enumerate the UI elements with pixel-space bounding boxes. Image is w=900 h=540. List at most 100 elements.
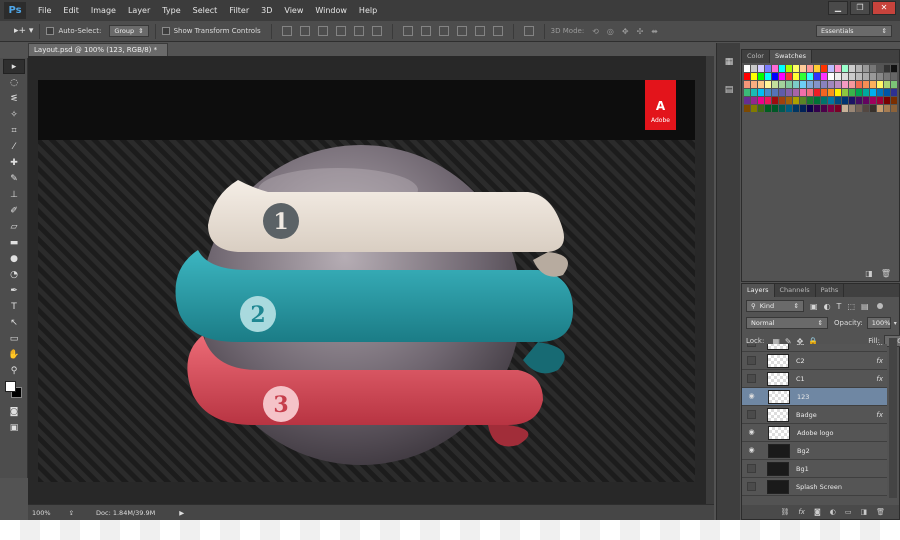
auto-align-icon[interactable] xyxy=(523,26,534,36)
rectangle-tool-icon[interactable]: ▭ xyxy=(3,331,25,346)
distribute-vcenter-icon[interactable] xyxy=(420,26,431,36)
swatch[interactable] xyxy=(884,65,890,72)
eye-icon[interactable]: ◉ xyxy=(746,427,757,438)
swatch[interactable] xyxy=(793,73,799,80)
quick-select-tool-icon[interactable]: ✧ xyxy=(3,107,25,122)
layer-row[interactable]: Splash Screen xyxy=(742,478,887,496)
visibility-toggle[interactable] xyxy=(747,344,756,347)
swatch[interactable] xyxy=(856,81,862,88)
swatch[interactable] xyxy=(786,73,792,80)
swatch[interactable] xyxy=(891,97,897,104)
layer-row[interactable]: Badge fx xyxy=(742,406,887,424)
tab-color[interactable]: Color xyxy=(742,50,770,63)
3d-scale-icon[interactable]: ⬌ xyxy=(651,27,658,36)
menu-select[interactable]: Select xyxy=(187,0,224,21)
swatch[interactable] xyxy=(807,65,813,72)
opacity-arrow-icon[interactable]: ▾ xyxy=(894,320,897,327)
swatch[interactable] xyxy=(814,81,820,88)
swatch[interactable] xyxy=(863,97,869,104)
swatch[interactable] xyxy=(884,105,890,112)
swatch[interactable] xyxy=(842,73,848,80)
swatch[interactable] xyxy=(814,97,820,104)
menu-type[interactable]: Type xyxy=(156,0,186,21)
swatch[interactable] xyxy=(765,97,771,104)
swatch[interactable] xyxy=(884,81,890,88)
swatch[interactable] xyxy=(828,89,834,96)
swatch[interactable] xyxy=(842,97,848,104)
swatch[interactable] xyxy=(849,89,855,96)
swatch[interactable] xyxy=(835,73,841,80)
swatch[interactable] xyxy=(751,97,757,104)
hand-tool-icon[interactable]: ✋ xyxy=(3,347,25,362)
swatch[interactable] xyxy=(758,65,764,72)
3d-drag-icon[interactable]: ✥ xyxy=(622,27,629,36)
distribute-top-icon[interactable] xyxy=(402,26,413,36)
swatch[interactable] xyxy=(814,65,820,72)
swatch[interactable] xyxy=(849,65,855,72)
healing-brush-tool-icon[interactable]: ✚ xyxy=(3,155,25,170)
swatch[interactable] xyxy=(786,81,792,88)
swatch[interactable] xyxy=(807,105,813,112)
history-panel-icon[interactable]: ▦ xyxy=(721,57,737,71)
menu-window[interactable]: Window xyxy=(309,0,353,21)
swatch[interactable] xyxy=(758,81,764,88)
swatch[interactable] xyxy=(877,81,883,88)
filter-pixel-icon[interactable]: ▣ xyxy=(810,302,818,311)
swatch[interactable] xyxy=(877,73,883,80)
swatch[interactable] xyxy=(828,65,834,72)
swatch[interactable] xyxy=(842,89,848,96)
layer-row[interactable]: ◉ Adobe logo xyxy=(742,424,887,442)
swatch[interactable] xyxy=(870,65,876,72)
swatch[interactable] xyxy=(779,89,785,96)
swatch[interactable] xyxy=(891,89,897,96)
swatch[interactable] xyxy=(814,89,820,96)
swatch[interactable] xyxy=(765,73,771,80)
swatch[interactable] xyxy=(800,97,806,104)
eye-icon[interactable]: ◉ xyxy=(746,391,757,402)
layers-scrollbar[interactable] xyxy=(889,338,897,498)
swatch[interactable] xyxy=(856,73,862,80)
swatch[interactable] xyxy=(835,81,841,88)
swatch[interactable] xyxy=(828,105,834,112)
swatch[interactable] xyxy=(744,81,750,88)
status-menu-arrow-icon[interactable]: ▶ xyxy=(179,509,184,517)
filter-type-icon[interactable]: T xyxy=(837,302,842,311)
path-select-tool-icon[interactable]: ↖ xyxy=(3,315,25,330)
swatch[interactable] xyxy=(800,81,806,88)
layer-effects-icon[interactable]: fx xyxy=(876,375,883,383)
swatch[interactable] xyxy=(744,73,750,80)
menu-file[interactable]: File xyxy=(32,0,57,21)
adjustment-layer-icon[interactable]: ◐ xyxy=(830,508,836,516)
swatch[interactable] xyxy=(779,81,785,88)
swatch[interactable] xyxy=(891,81,897,88)
swatch[interactable] xyxy=(786,105,792,112)
swatch[interactable] xyxy=(807,81,813,88)
new-group-icon[interactable]: ▭ xyxy=(845,508,852,516)
swatch[interactable] xyxy=(891,105,897,112)
swatch[interactable] xyxy=(828,73,834,80)
blur-tool-icon[interactable]: ● xyxy=(3,251,25,266)
foreground-color-swatch[interactable] xyxy=(5,381,16,392)
visibility-toggle[interactable] xyxy=(747,410,756,419)
3d-roll-icon[interactable]: ◎ xyxy=(607,27,614,36)
swatch[interactable] xyxy=(877,89,883,96)
swatch[interactable] xyxy=(779,97,785,104)
eyedropper-tool-icon[interactable]: ⁄ xyxy=(3,139,25,154)
swatch[interactable] xyxy=(793,81,799,88)
swatch[interactable] xyxy=(870,97,876,104)
tab-channels[interactable]: Channels xyxy=(775,284,816,297)
swatch[interactable] xyxy=(863,65,869,72)
clone-stamp-tool-icon[interactable]: ⊥ xyxy=(3,187,25,202)
swatch[interactable] xyxy=(856,65,862,72)
swatch[interactable] xyxy=(765,81,771,88)
swatch[interactable] xyxy=(744,97,750,104)
swatch[interactable] xyxy=(821,65,827,72)
layer-row[interactable]: C1 fx xyxy=(742,370,887,388)
swatch[interactable] xyxy=(891,65,897,72)
swatch[interactable] xyxy=(870,81,876,88)
swatch[interactable] xyxy=(842,81,848,88)
menu-view[interactable]: View xyxy=(278,0,309,21)
layer-effects-icon[interactable]: fx xyxy=(876,357,883,365)
swatch[interactable] xyxy=(751,89,757,96)
visibility-toggle[interactable] xyxy=(747,356,756,365)
